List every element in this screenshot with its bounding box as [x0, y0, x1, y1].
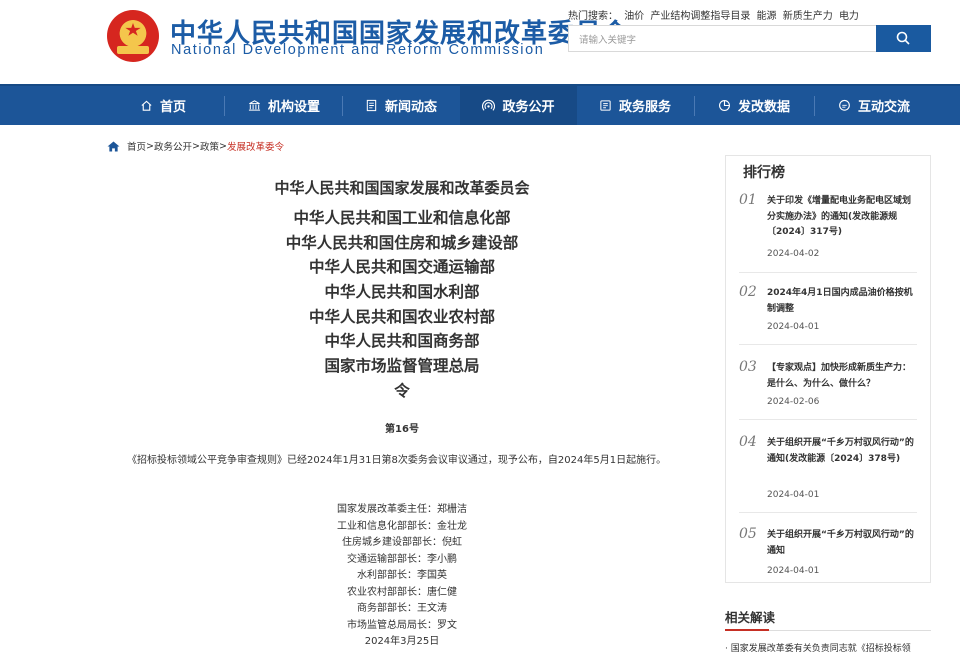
nav-item-data[interactable]: 发改数据 [702, 86, 806, 125]
ranking-panel: 排行榜 01 关于印发《增量配电业务配电区域划分实施办法》的通知(发改能源规〔2… [725, 155, 931, 583]
signature-line: 市场监管总局局长：罗文 [347, 619, 457, 631]
issuer-name: 国家市场监督管理总局 [324, 357, 480, 376]
home-icon [141, 100, 152, 111]
national-emblem-logo[interactable] [107, 10, 159, 62]
hot-search-link[interactable]: 新质生产力 [783, 11, 833, 22]
ranking-item-title[interactable]: 关于印发《增量配电业务配电区域划分实施办法》的通知(发改能源规〔2024〕317… [767, 194, 917, 241]
breadcrumb: 首页 > 政务公开 > 政策 > 发展改革委令 [107, 139, 284, 153]
search-button[interactable] [876, 25, 931, 52]
nav-divider [694, 96, 695, 116]
ranking-item-date: 2024-04-01 [767, 490, 820, 500]
ranking-number: 04 [739, 434, 757, 450]
chat-icon [839, 99, 850, 111]
signature-line: 工业和信息化部部长：金壮龙 [337, 520, 467, 532]
nav-item-government-services[interactable]: 政务服务 [585, 86, 685, 125]
signature-line: 国家发展改革委主任：郑栅洁 [337, 504, 467, 515]
hot-search-link[interactable]: 油价 [624, 11, 644, 22]
signature-line: 交通运输部部长：李小鹏 [347, 553, 457, 565]
hot-search-link[interactable]: 产业结构调整指导目录 [650, 11, 750, 22]
nav-divider [342, 96, 343, 116]
nav-divider [814, 96, 815, 116]
broadcast-icon [482, 99, 496, 111]
news-icon [366, 99, 377, 112]
related-title: 相关解读 [725, 610, 776, 625]
nav-item-label: 政务服务 [618, 100, 671, 115]
ranking-divider [739, 344, 917, 345]
hot-search-label: 热门搜索： [568, 11, 618, 22]
nav-item-label: 政务公开 [502, 100, 555, 115]
hot-search-link[interactable]: 能源 [757, 11, 777, 22]
ranking-number: 02 [739, 284, 757, 300]
ranking-number: 03 [739, 359, 757, 375]
breadcrumb-separator: > [218, 140, 227, 152]
ranking-item-title[interactable]: 2024年4月1日国内成品油价格按机制调整 [767, 286, 917, 317]
issuer-name: 中华人民共和国住房和城乡建设部 [285, 233, 519, 252]
ranking-item-title[interactable]: 关于组织开展“千乡万村驭风行动”的通知 [767, 528, 917, 559]
nav-item-label: 机构设置 [267, 100, 320, 115]
search-input[interactable]: 请输入关键字 [568, 25, 876, 52]
issuer-name: 中华人民共和国农业农村部 [308, 307, 495, 326]
nav-item-organization[interactable]: 机构设置 [232, 86, 336, 125]
ranking-item-date: 2024-04-01 [767, 322, 820, 332]
breadcrumb-current[interactable]: 发展改革委令 [227, 139, 284, 153]
site-header: 中华人民共和国国家发展和改革委员会 National Development a… [0, 0, 960, 84]
nav-item-government-affairs[interactable]: 政务公开 [460, 86, 577, 125]
ranking-item-date: 2024-04-01 [767, 566, 820, 576]
issuer-name: 中华人民共和国商务部 [324, 332, 480, 351]
ranking-item-date: 2024-04-02 [767, 249, 820, 259]
nav-item-news[interactable]: 新闻动态 [350, 86, 452, 125]
breadcrumb-link[interactable]: 政策 [200, 139, 219, 153]
signature-line: 农业农村部部长：唐仁健 [347, 586, 457, 598]
data-icon [719, 100, 730, 111]
nav-divider [224, 96, 225, 116]
breadcrumb-separator: > [146, 140, 154, 152]
search-icon [896, 31, 910, 45]
ranking-divider [739, 512, 917, 513]
ranking-number: 01 [739, 192, 757, 208]
building-icon [248, 100, 261, 111]
related-item-link[interactable]: · 国家发展改革委有关负责同志就《招标投标领 [725, 641, 931, 654]
nav-item-label: 首页 [159, 100, 186, 115]
nav-item-label: 发改数据 [737, 100, 790, 115]
signature-line: 住房城乡建设部部长：倪虹 [342, 537, 462, 548]
main-nav: 首页 机构设置 新闻动态 政务公开 政务服务 发改数据 互动交流 [0, 84, 960, 125]
nav-item-home[interactable]: 首页 [112, 86, 214, 125]
signature-block: 国家发展改革委主任：郑栅洁 工业和信息化部部长：金壮龙 住房城乡建设部部长：倪虹… [107, 502, 697, 651]
order-title: 令 [394, 382, 410, 400]
ranking-divider [739, 419, 917, 420]
related-item-title[interactable]: 国家发展改革委有关负责同志就《招标投标领 [731, 644, 911, 654]
ranking-divider [739, 272, 917, 273]
home-icon[interactable] [107, 140, 120, 152]
issuer-name: 中华人民共和国工业和信息化部 [293, 209, 511, 227]
issuer-list: 中华人民共和国工业和信息化部 中华人民共和国住房和城乡建设部 中华人民共和国交通… [107, 206, 697, 379]
nav-item-label: 新闻动态 [384, 100, 437, 115]
issuer-name: 中华人民共和国水利部 [324, 283, 480, 302]
service-icon [600, 100, 611, 111]
signature-line: 商务部部长：王文涛 [357, 603, 447, 614]
issuer-main: 中华人民共和国国家发展和改革委员会 [274, 179, 530, 197]
nav-item-interaction[interactable]: 互动交流 [822, 86, 926, 125]
ranking-number: 05 [739, 526, 757, 542]
breadcrumb-link-home[interactable]: 首页 [127, 139, 146, 153]
document-number: 第16号 [385, 424, 419, 435]
breadcrumb-separator: > [192, 140, 200, 152]
ranking-item-title[interactable]: 【专家观点】加快形成新质生产力：是什么、为什么、做什么？ [767, 361, 917, 392]
signature-date: 2024年3月25日 [364, 636, 440, 647]
related-accent-bar [725, 629, 769, 631]
ranking-item-date: 2024-02-06 [767, 397, 820, 407]
issuer-name: 中华人民共和国交通运输部 [308, 258, 495, 277]
hot-search-link[interactable]: 电力 [839, 11, 859, 22]
ranking-title: 排行榜 [743, 165, 785, 181]
hot-search: 热门搜索： 油价 产业结构调整指导目录 能源 新质生产力 电力 [568, 7, 862, 22]
signature-line: 水利部部长：李国英 [357, 570, 447, 581]
breadcrumb-link[interactable]: 政务公开 [154, 139, 192, 153]
ranking-item-title[interactable]: 关于组织开展“千乡万村驭风行动”的通知(发改能源〔2024〕378号) [767, 436, 917, 467]
nav-item-label: 互动交流 [857, 100, 910, 115]
site-name-en: National Development and Reform Commissi… [171, 42, 545, 58]
article-paragraph: 《招标投标领域公平竞争审查规则》已经2024年1月31日第8次委务会议审议通过，… [127, 455, 667, 466]
